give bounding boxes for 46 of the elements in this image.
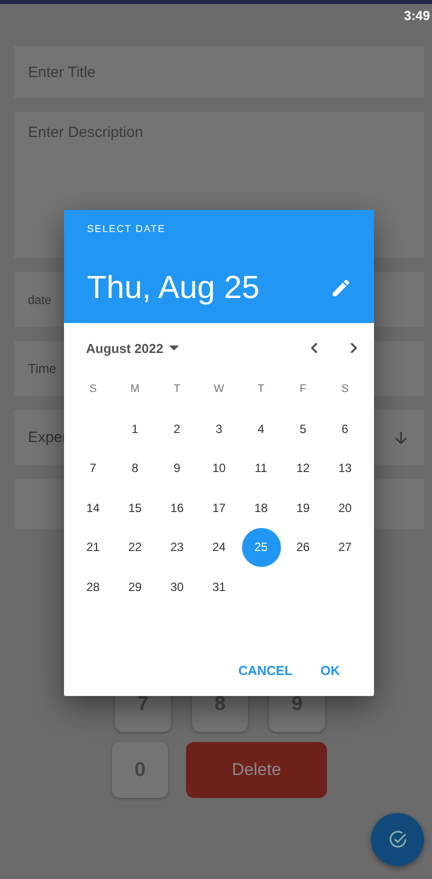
calendar-day[interactable]: 23 <box>158 528 196 567</box>
selected-date-headline: Thu, Aug 25 <box>87 269 260 306</box>
calendar-day[interactable]: 5 <box>284 409 322 448</box>
dialog-overline: SELECT DATE <box>87 224 166 235</box>
calendar-day[interactable]: 18 <box>242 488 280 528</box>
calendar-day[interactable]: 10 <box>200 448 238 488</box>
weekday-label: W <box>212 382 226 397</box>
calendar-day[interactable]: 2 <box>158 409 196 448</box>
calendar-day[interactable]: 27 <box>326 528 364 567</box>
calendar-day[interactable]: 17 <box>200 488 238 528</box>
calendar-day[interactable]: 20 <box>326 488 364 528</box>
calendar-day[interactable]: 12 <box>284 448 322 488</box>
calendar-day[interactable]: 11 <box>242 448 280 488</box>
weekday-label: T <box>172 382 182 397</box>
calendar-day[interactable]: 31 <box>200 567 238 606</box>
calendar-day[interactable]: 22 <box>116 528 154 567</box>
calendar-day[interactable]: 8 <box>116 448 154 488</box>
weekday-label: T <box>256 382 266 397</box>
calendar-day[interactable]: 3 <box>200 409 238 448</box>
calendar-day[interactable]: 29 <box>116 567 154 606</box>
calendar-day[interactable]: 6 <box>326 409 364 448</box>
status-time: 3:49 <box>404 8 430 25</box>
weekday-label: F <box>298 382 308 397</box>
calendar-day[interactable]: 24 <box>200 528 238 567</box>
weekday-label: M <box>129 382 141 397</box>
edit-button[interactable] <box>330 276 352 298</box>
calendar-day[interactable]: 19 <box>284 488 322 528</box>
calendar-day[interactable]: 30 <box>158 567 196 606</box>
weekday-label: S <box>88 382 98 397</box>
calendar-day[interactable]: 7 <box>74 448 112 488</box>
dropdown-caret-icon <box>169 345 180 351</box>
confirm-button[interactable] <box>371 813 424 866</box>
check-circle-icon <box>388 830 408 850</box>
calendar-day[interactable]: 26 <box>284 528 322 567</box>
calendar-day[interactable]: 9 <box>158 448 196 488</box>
month-year-selector[interactable]: August 2022 <box>86 340 180 356</box>
calendar-day[interactable]: 15 <box>116 488 154 528</box>
calendar-day[interactable]: 21 <box>74 528 112 567</box>
calendar-day[interactable]: 4 <box>242 409 280 448</box>
calendar-day[interactable]: 14 <box>74 488 112 528</box>
calendar-day[interactable]: 16 <box>158 488 196 528</box>
pencil-icon <box>330 276 352 298</box>
calendar-day[interactable]: 28 <box>74 567 112 606</box>
calendar-day[interactable]: 1 <box>116 409 154 448</box>
calendar-day[interactable]: 13 <box>326 448 364 488</box>
weekday-label: S <box>340 382 350 397</box>
